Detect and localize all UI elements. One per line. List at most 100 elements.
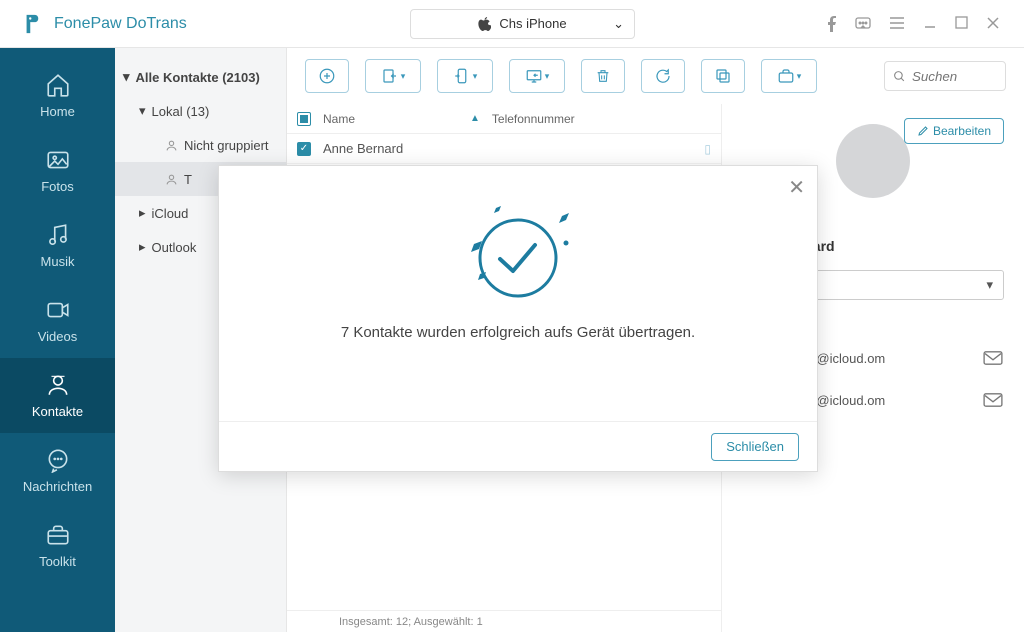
sort-indicator-icon: ▲ (470, 113, 480, 124)
tree-root[interactable]: ▾ Alle Kontakte (2103) (115, 60, 286, 94)
delete-button[interactable] (581, 59, 625, 93)
nav-music[interactable]: Musik (0, 208, 115, 283)
status-bar: Insgesamt: 12; Ausgewählt: 1 (287, 610, 721, 632)
chevron-down-icon: ▾ (473, 71, 478, 82)
device-name: Chs iPhone (499, 16, 566, 31)
modal-message: 7 Kontakte wurden erfolgreich aufs Gerät… (219, 324, 817, 341)
device-selector[interactable]: Chs iPhone ⌄ (410, 9, 635, 39)
maximize-icon[interactable] (955, 16, 968, 29)
list-header: Name ▲ Telefonnummer (287, 104, 721, 134)
mail-icon[interactable] (982, 392, 1004, 408)
tree-local[interactable]: ▾ Lokal (13) (115, 94, 286, 128)
feedback-icon[interactable] (855, 16, 871, 32)
dedupe-button[interactable] (701, 59, 745, 93)
tree-label: Outlook (152, 240, 197, 255)
toolkit-icon (45, 522, 71, 548)
chevron-down-icon: ⌄ (613, 16, 624, 32)
search-box[interactable] (884, 61, 1006, 91)
toolbar: ▾ ▾ ▾ ▾ (287, 48, 1024, 104)
export-to-device-button[interactable]: ▾ (437, 59, 493, 93)
column-name[interactable]: Name (323, 112, 458, 126)
home-icon (45, 72, 71, 98)
refresh-button[interactable] (641, 59, 685, 93)
chevron-down-icon: ▾ (545, 71, 550, 82)
row-checkbox[interactable] (297, 142, 311, 156)
app-title: FonePaw DoTrans (54, 15, 187, 33)
minimize-icon[interactable] (923, 16, 937, 30)
caret-down-icon: ▾ (123, 69, 130, 85)
list-item[interactable]: Anne Bernard ▯ (287, 134, 721, 164)
duplicate-icon (714, 67, 732, 85)
chevron-down-icon: ▾ (797, 71, 802, 82)
apple-icon (478, 17, 491, 31)
nav-label: Kontakte (32, 404, 83, 419)
tree-label: T (184, 172, 192, 187)
nav-messages[interactable]: Nachrichten (0, 433, 115, 508)
nav-label: Home (40, 104, 75, 119)
tree-label: Alle Kontakte (2103) (136, 70, 260, 85)
contacts-icon (45, 372, 71, 398)
toolbox-button[interactable]: ▾ (761, 59, 817, 93)
success-modal: ✕ 7 Kontakte wurden erfolgreich aufs Ger… (218, 165, 818, 472)
modal-close-icon[interactable]: ✕ (788, 175, 805, 200)
export-to-pc-button[interactable]: ▾ (509, 59, 565, 93)
import-icon (381, 67, 399, 85)
caret-right-icon: ▸ (139, 239, 146, 255)
nav-videos[interactable]: Videos (0, 283, 115, 358)
modal-close-button[interactable]: Schließen (711, 433, 799, 461)
pc-export-icon (525, 67, 543, 85)
tree-label: Lokal (13) (152, 104, 210, 119)
edit-button[interactable]: Bearbeiten (904, 118, 1004, 144)
search-icon (893, 70, 906, 83)
app-logo-icon (22, 13, 44, 35)
facebook-icon[interactable] (827, 16, 837, 32)
tree-ungrouped[interactable]: Nicht gruppiert (115, 128, 286, 162)
phone-device-icon: ▯ (704, 142, 711, 156)
titlebar: FonePaw DoTrans Chs iPhone ⌄ (0, 0, 1024, 48)
phone-export-icon (453, 67, 471, 85)
nav-label: Nachrichten (23, 479, 92, 494)
success-check-icon (448, 196, 588, 306)
search-input[interactable] (912, 69, 992, 84)
nav-label: Fotos (41, 179, 74, 194)
sidebar: Home Fotos Musik Videos Kontakte Nachric… (0, 48, 115, 632)
pencil-icon (917, 125, 929, 137)
menu-icon[interactable] (889, 16, 905, 30)
row-name: Anne Bernard (323, 141, 458, 156)
chevron-down-icon: ▾ (986, 277, 993, 293)
logo-area: FonePaw DoTrans (0, 13, 280, 35)
nav-toolkit[interactable]: Toolkit (0, 508, 115, 583)
edit-label: Bearbeiten (933, 124, 991, 138)
column-phone[interactable]: Telefonnummer (492, 112, 575, 126)
nav-label: Toolkit (39, 554, 76, 569)
video-icon (45, 297, 71, 323)
tree-label: iCloud (152, 206, 189, 221)
mail-icon[interactable] (982, 350, 1004, 366)
nav-home[interactable]: Home (0, 58, 115, 133)
nav-label: Musik (41, 254, 75, 269)
status-text: Insgesamt: 12; Ausgewählt: 1 (339, 616, 483, 628)
photo-icon (45, 147, 71, 173)
modal-footer: Schließen (219, 421, 817, 471)
import-button[interactable]: ▾ (365, 59, 421, 93)
window-controls (827, 16, 1024, 32)
close-icon[interactable] (986, 16, 1000, 30)
caret-down-icon: ▾ (139, 103, 146, 119)
add-button[interactable] (305, 59, 349, 93)
music-icon (45, 222, 71, 248)
nav-photos[interactable]: Fotos (0, 133, 115, 208)
tree-label: Nicht gruppiert (184, 138, 269, 153)
refresh-icon (654, 67, 672, 85)
caret-right-icon: ▸ (139, 205, 146, 221)
person-icon (165, 173, 178, 186)
avatar (836, 124, 910, 198)
plus-circle-icon (318, 67, 336, 85)
messages-icon (45, 447, 71, 473)
person-icon (165, 139, 178, 152)
select-all-checkbox[interactable] (297, 112, 311, 126)
chevron-down-icon: ▾ (401, 71, 406, 82)
briefcase-icon (777, 67, 795, 85)
nav-contacts[interactable]: Kontakte (0, 358, 115, 433)
nav-label: Videos (38, 329, 78, 344)
trash-icon (595, 67, 611, 85)
